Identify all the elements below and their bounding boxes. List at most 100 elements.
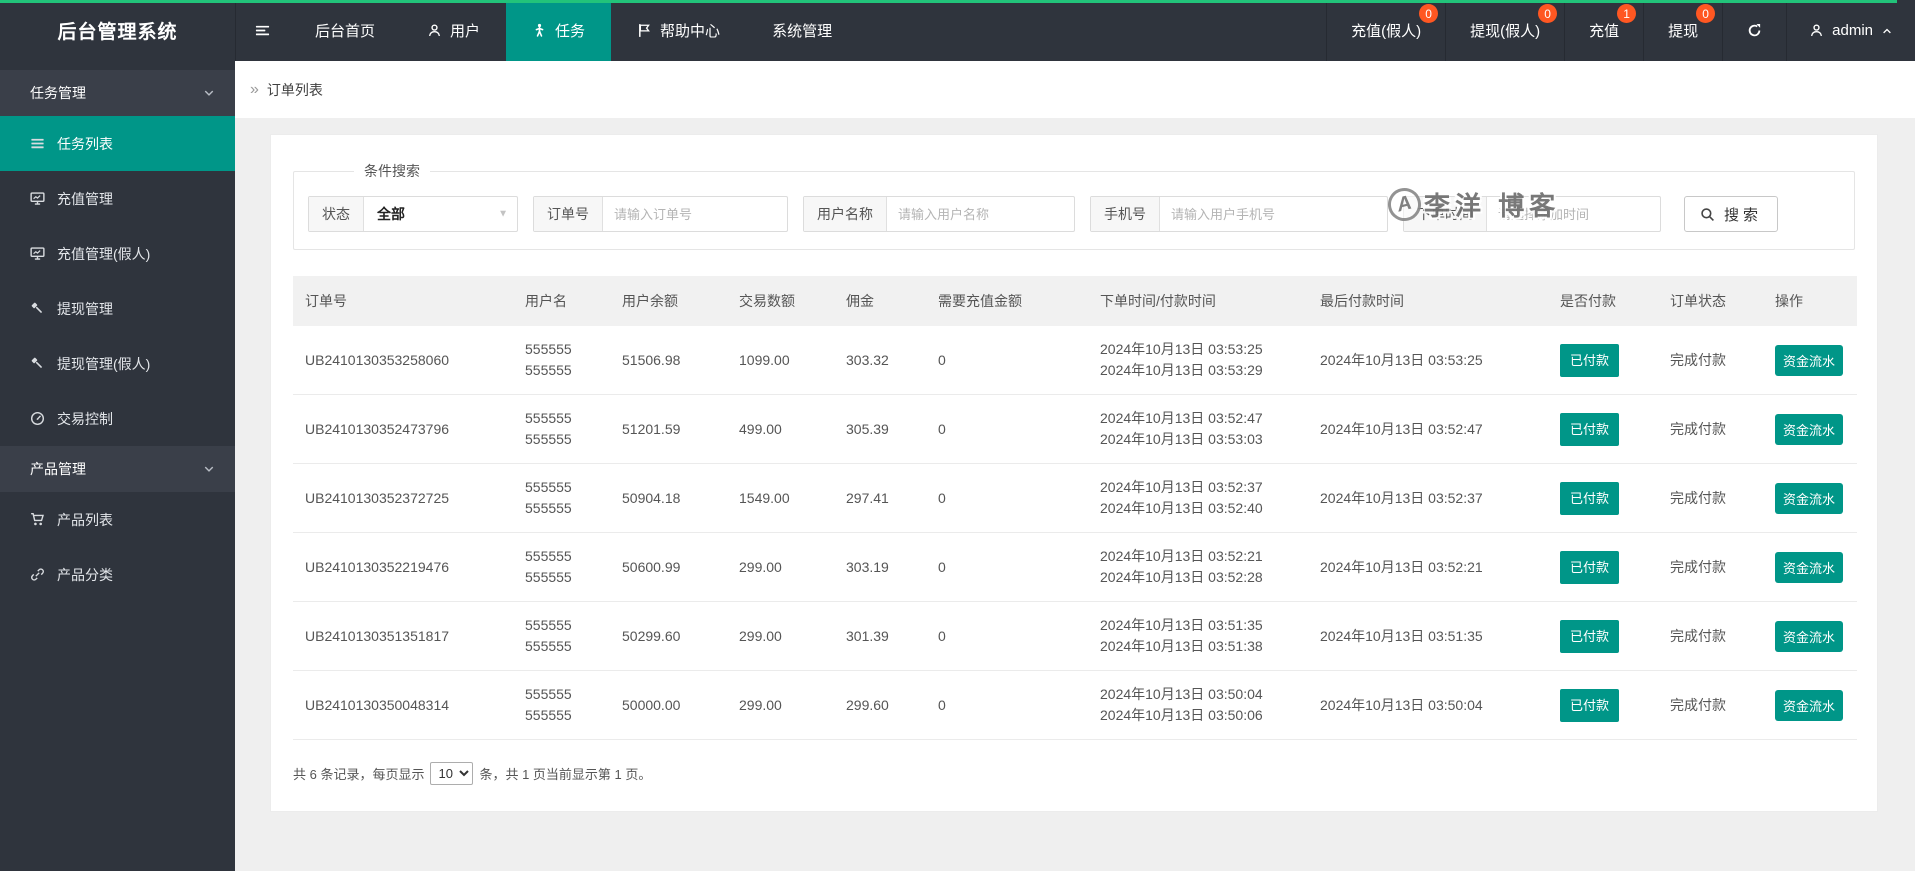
filter-group: 用户名称 xyxy=(803,196,1075,232)
balance-cell: 51201.59 xyxy=(610,394,727,464)
balance-cell: 50904.18 xyxy=(610,463,727,533)
column-header: 需要充值金额 xyxy=(926,276,1088,326)
order-no-cell: UB2410130352473796 xyxy=(293,394,513,464)
column-header: 佣金 xyxy=(834,276,926,326)
status-select-value: 全部 xyxy=(377,206,405,222)
main-area: » 订单列表 条件搜索 状态全部▼订单号用户名称手机号下单时间 搜索 订单号用户… xyxy=(235,61,1915,812)
action-cell: 资金流水 xyxy=(1763,463,1857,533)
sidebar-item[interactable]: 交易控制 xyxy=(0,391,235,446)
sidebar-item[interactable]: 提现管理(假人) xyxy=(0,336,235,391)
nav-item[interactable]: 用户 xyxy=(401,0,506,61)
order-time: 2024年10月13日 03:53:25 xyxy=(1100,341,1263,357)
order-time: 2024年10月13日 03:52:47 xyxy=(1100,410,1263,426)
hamburger-icon xyxy=(255,25,270,36)
username-line: 555555 xyxy=(525,638,572,654)
sidebar-section-label: 产品管理 xyxy=(30,461,86,477)
sidebar-item[interactable]: 充值管理(假人) xyxy=(0,226,235,281)
sidebar-item-label: 提现管理(假人) xyxy=(57,355,151,372)
refresh-icon xyxy=(1748,23,1761,37)
sidebar-item[interactable]: 充值管理 xyxy=(0,171,235,226)
sidebar-item-label: 充值管理 xyxy=(57,190,113,207)
sidebar-item[interactable]: 任务列表 xyxy=(0,116,235,171)
filter-input[interactable] xyxy=(603,197,787,231)
last-pay-time-cell: 2024年10月13日 03:51:35 xyxy=(1308,601,1548,671)
status-select[interactable]: 全部 ▼ xyxy=(364,197,517,231)
user-menu[interactable]: admin xyxy=(1786,0,1915,61)
refresh-button[interactable] xyxy=(1722,0,1786,61)
balance-cell: 50000.00 xyxy=(610,670,727,740)
fund-flow-button[interactable]: 资金流水 xyxy=(1775,413,1844,445)
commission-cell: 299.60 xyxy=(834,670,926,740)
username-line: 555555 xyxy=(525,707,572,723)
need-recharge-cell: 0 xyxy=(926,670,1088,740)
trade-amount-cell: 1099.00 xyxy=(727,326,834,395)
nav-item[interactable]: 帮助中心 xyxy=(611,0,746,61)
nav-item[interactable]: 后台首页 xyxy=(289,0,401,61)
order-status-cell: 完成付款 xyxy=(1658,463,1763,533)
last-pay-time-cell: 2024年10月13日 03:53:25 xyxy=(1308,326,1548,395)
nav-item-label: 系统管理 xyxy=(772,23,833,40)
filter-input[interactable] xyxy=(1487,197,1660,231)
nav-item-label: 用户 xyxy=(450,23,481,40)
need-recharge-cell: 0 xyxy=(926,394,1088,464)
filter-input[interactable] xyxy=(1160,197,1387,231)
notification-badge: 1 xyxy=(1617,4,1637,23)
paid-status-badge: 已付款 xyxy=(1560,481,1620,515)
page-size-select[interactable]: 10 xyxy=(430,762,474,785)
commission-cell: 303.19 xyxy=(834,532,926,602)
last-pay-time-cell: 2024年10月13日 03:50:04 xyxy=(1308,670,1548,740)
search-button[interactable]: 搜索 xyxy=(1684,196,1779,232)
pay-time: 2024年10月13日 03:51:38 xyxy=(1100,638,1263,654)
username-line: 555555 xyxy=(525,617,572,633)
nav-item[interactable]: 系统管理 xyxy=(746,0,858,61)
paid-cell: 已付款 xyxy=(1548,463,1658,533)
sidebar-item[interactable]: 提现管理 xyxy=(0,281,235,336)
fund-flow-button[interactable]: 资金流水 xyxy=(1775,344,1844,376)
quick-link[interactable]: 提现(假人) 0 xyxy=(1445,0,1564,61)
quick-link[interactable]: 充值 1 xyxy=(1564,0,1643,61)
chevron-down-icon: ▼ xyxy=(498,208,508,220)
sidebar-item[interactable]: 产品列表 xyxy=(0,492,235,547)
sidebar-toggle-button[interactable] xyxy=(235,0,289,61)
trade-amount-cell: 1549.00 xyxy=(727,463,834,533)
order-no-cell: UB2410130353258060 xyxy=(293,326,513,395)
quick-link[interactable]: 充值(假人) 0 xyxy=(1326,0,1445,61)
fund-flow-button[interactable]: 资金流水 xyxy=(1775,689,1844,721)
column-header: 订单状态 xyxy=(1658,276,1763,326)
last-pay-time-cell: 2024年10月13日 03:52:37 xyxy=(1308,463,1548,533)
need-recharge-cell: 0 xyxy=(926,601,1088,671)
column-header: 用户名 xyxy=(513,276,610,326)
quick-link[interactable]: 提现 0 xyxy=(1643,0,1722,61)
order-status-cell: 完成付款 xyxy=(1658,601,1763,671)
pay-time: 2024年10月13日 03:52:28 xyxy=(1100,569,1263,585)
fund-flow-button[interactable]: 资金流水 xyxy=(1775,620,1844,652)
username-cell: 555555 555555 xyxy=(513,463,610,533)
pay-time: 2024年10月13日 03:53:29 xyxy=(1100,362,1263,378)
orders-table: 订单号 用户名 用户余额 交易数额 佣金 需要充值金额 下单时间/付款时间 最后付款时间 是否付… xyxy=(293,276,1857,740)
username-cell: 555555 555555 xyxy=(513,532,610,602)
fund-flow-button[interactable]: 资金流水 xyxy=(1775,482,1844,514)
sidebar-item-label: 充值管理(假人) xyxy=(57,245,151,262)
table-row: UB2410130352219476 555555 555555 50600.99 29… xyxy=(293,532,1857,602)
nav-item[interactable]: 任务 xyxy=(506,0,612,61)
order-pay-time-cell: 2024年10月13日 03:52:21 2024年10月13日 03:52:28 xyxy=(1088,532,1308,602)
filter-input[interactable] xyxy=(887,197,1074,231)
sidebar-section-header[interactable]: 任务管理 xyxy=(0,70,235,116)
commission-cell: 303.32 xyxy=(834,326,926,395)
username: admin xyxy=(1832,22,1873,39)
need-recharge-cell: 0 xyxy=(926,532,1088,602)
trade-amount-cell: 299.00 xyxy=(727,601,834,671)
user-icon xyxy=(428,24,441,37)
filter-field-label: 用户名称 xyxy=(804,197,887,231)
pay-time: 2024年10月13日 03:52:40 xyxy=(1100,500,1263,516)
fund-flow-button[interactable]: 资金流水 xyxy=(1775,551,1844,583)
sidebar-item[interactable]: 产品分类 xyxy=(0,547,235,602)
sidebar-section-header[interactable]: 产品管理 xyxy=(0,446,235,492)
username-line: 555555 xyxy=(525,569,572,585)
pagination-prefix-text: 共 6 条记录，每页显示 xyxy=(293,767,425,782)
board-chart-icon xyxy=(30,247,45,260)
order-time: 2024年10月13日 03:52:37 xyxy=(1100,479,1263,495)
order-pay-time-cell: 2024年10月13日 03:51:35 2024年10月13日 03:51:38 xyxy=(1088,601,1308,671)
paid-cell: 已付款 xyxy=(1548,532,1658,602)
action-cell: 资金流水 xyxy=(1763,394,1857,464)
